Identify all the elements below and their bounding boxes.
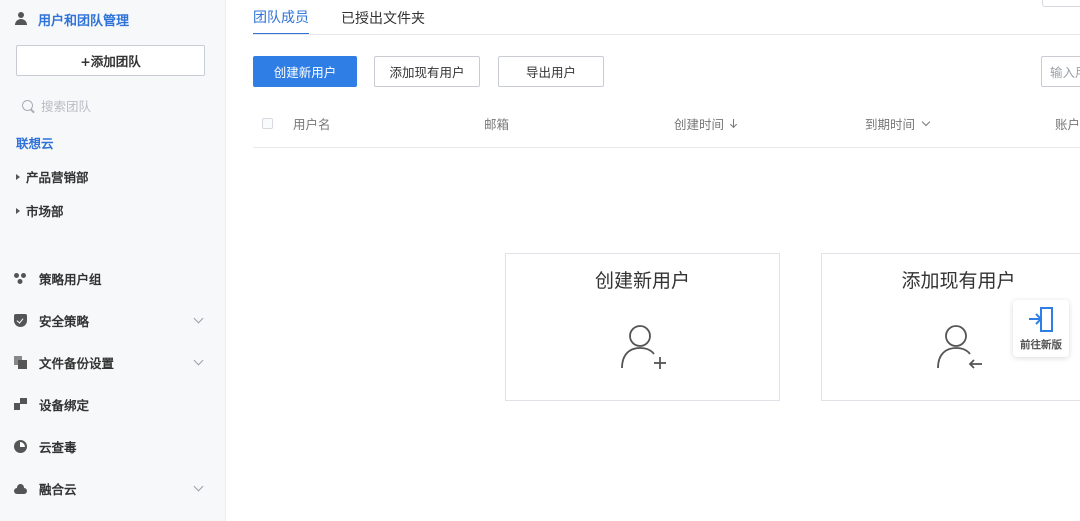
- tab-team-members[interactable]: 团队成员: [253, 0, 309, 35]
- nav-label: 文件备份设置: [39, 355, 115, 371]
- chevron-down-icon[interactable]: [921, 117, 931, 126]
- column-header-expiry-time[interactable]: 到期时间: [865, 114, 931, 133]
- column-header-email: 邮箱: [484, 114, 509, 133]
- copy-icon: [14, 355, 27, 369]
- column-label: 账户: [1055, 117, 1080, 132]
- add-existing-user-button[interactable]: 添加现有用户: [374, 56, 480, 87]
- expand-triangle-icon[interactable]: [16, 207, 20, 214]
- cloud-icon: [14, 482, 27, 495]
- sidebar-header[interactable]: 用户和团队管理: [14, 8, 129, 30]
- tab-divider: [253, 34, 1080, 35]
- sidebar-header-label: 用户和团队管理: [38, 13, 130, 29]
- shield-icon: [14, 313, 27, 327]
- add-team-button[interactable]: +添加团队: [16, 45, 205, 76]
- expand-triangle-icon[interactable]: [16, 173, 20, 180]
- card-title: 创建新用户: [594, 270, 690, 292]
- select-all-checkbox[interactable]: [262, 118, 273, 129]
- go-to-new-version-label: 前往新版: [1020, 339, 1062, 351]
- column-label: 用户名: [293, 117, 331, 132]
- column-header-created-time[interactable]: 创建时间: [674, 114, 738, 133]
- nav-item-cloud-virus-scan[interactable]: 云查毒: [14, 435, 210, 457]
- top-right-control[interactable]: [1042, 0, 1080, 7]
- dept-item-product-marketing[interactable]: 产品营销部: [16, 167, 89, 186]
- search-icon: [22, 99, 33, 111]
- door-enter-icon: [1029, 307, 1053, 332]
- nav-label: 安全策略: [39, 313, 90, 329]
- dept-label: 产品营销部: [26, 170, 89, 185]
- column-header-username: 用户名: [293, 114, 331, 133]
- chevron-down-icon: [193, 313, 204, 323]
- nav-label: 设备绑定: [39, 397, 90, 413]
- chevron-down-icon: [193, 481, 204, 491]
- nav-item-security-policy[interactable]: 安全策略: [14, 309, 210, 331]
- table-header: 用户名 邮箱 创建时间 到期时间 账户: [253, 110, 1080, 148]
- card-title: 添加现有用户: [901, 270, 1016, 292]
- tab-shared-folders[interactable]: 已授出文件夹: [341, 0, 425, 35]
- org-root-item[interactable]: 联想云: [16, 133, 54, 152]
- user-search-placeholder: 输入用户: [1050, 65, 1080, 80]
- column-header-account: 账户: [1055, 114, 1080, 133]
- device-icon: [14, 397, 27, 411]
- user-search-input[interactable]: 输入用户: [1041, 56, 1080, 87]
- column-label: 邮箱: [484, 117, 510, 132]
- go-to-new-version-button[interactable]: 前往新版: [1013, 300, 1069, 357]
- virus-scan-icon: [14, 439, 27, 453]
- nav-item-file-backup-settings[interactable]: 文件备份设置: [14, 351, 210, 373]
- nav-item-policy-user-group[interactable]: 策略用户组: [14, 267, 210, 289]
- team-search-placeholder: 搜索团队: [41, 98, 92, 114]
- nav-label: 策略用户组: [39, 271, 102, 287]
- main-tabs: 团队成员 已授出文件夹: [253, 0, 425, 35]
- nav-label: 云查毒: [39, 439, 77, 455]
- nav-item-device-binding[interactable]: 设备绑定: [14, 393, 210, 415]
- nav-item-fusion-cloud[interactable]: 融合云: [14, 477, 210, 499]
- team-search-input[interactable]: 搜索团队: [22, 95, 91, 115]
- chevron-down-icon: [193, 355, 204, 365]
- column-label: 创建时间: [674, 117, 725, 132]
- import-user-icon: [937, 325, 982, 369]
- add-user-icon: [621, 325, 666, 369]
- create-user-card[interactable]: 创建新用户: [505, 253, 780, 401]
- create-user-button[interactable]: 创建新用户: [253, 56, 357, 87]
- export-users-button[interactable]: 导出用户: [498, 56, 604, 87]
- column-label: 到期时间: [865, 117, 916, 132]
- user-icon: [14, 12, 28, 26]
- nav-label: 融合云: [39, 481, 77, 497]
- sort-desc-icon[interactable]: [730, 118, 738, 129]
- group-icon: [14, 272, 27, 285]
- dept-item-marketing[interactable]: 市场部: [16, 201, 64, 220]
- dept-label: 市场部: [26, 204, 64, 219]
- sidebar: 用户和团队管理 +添加团队 搜索团队 联想云 产品营销部 市场部 策略用户组 安…: [0, 0, 226, 521]
